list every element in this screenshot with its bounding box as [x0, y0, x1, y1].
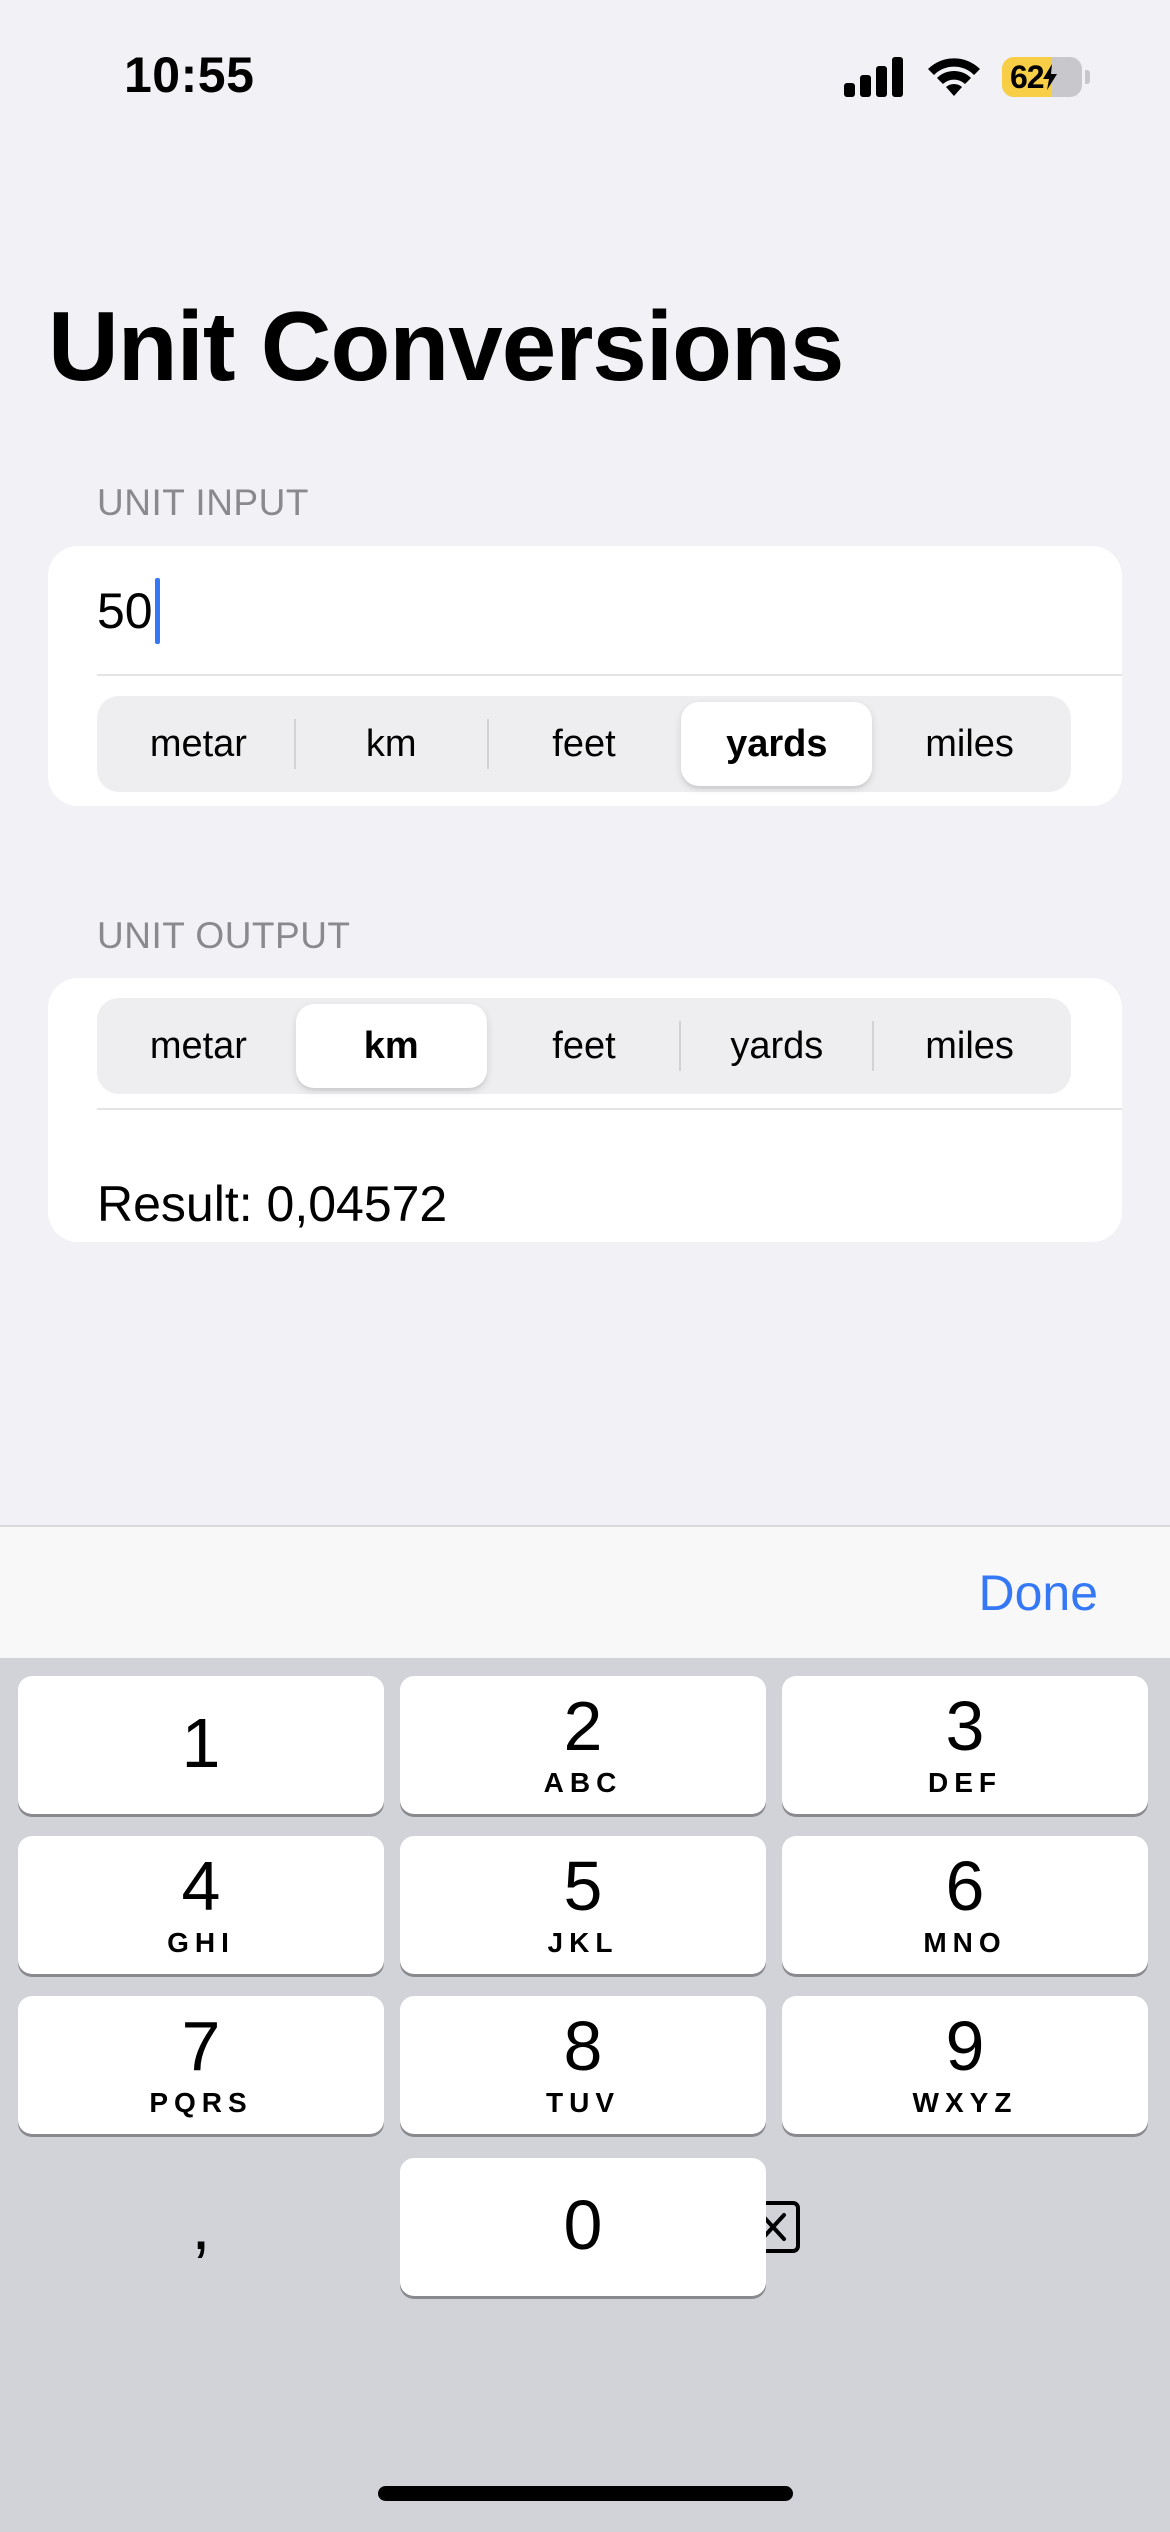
key-digit: 8	[563, 2007, 603, 2085]
result-text: Result: 0,04572	[97, 1176, 448, 1232]
battery-indicator: 62	[1002, 57, 1090, 97]
key-letters: WXYZ	[912, 2087, 1018, 2118]
unit-output-card: metar km feet yards miles Result: 0,04572	[48, 978, 1122, 1242]
segment-metar[interactable]: metar	[103, 702, 294, 786]
key-letters: ABC	[543, 1767, 623, 1798]
battery-level: 62	[1010, 58, 1045, 95]
key-digit: 4	[181, 1847, 221, 1925]
key-digit: 0	[563, 2186, 603, 2264]
battery-icon: 62	[1002, 57, 1082, 97]
text-caret	[154, 578, 160, 644]
segment-yards[interactable]: yards	[681, 702, 873, 786]
input-unit-picker[interactable]: metar km feet yards miles	[97, 696, 1071, 792]
home-indicator	[378, 2486, 793, 2501]
keyboard-toolbar: Done	[0, 1525, 1170, 1658]
output-unit-picker[interactable]: metar km feet yards miles	[97, 998, 1071, 1094]
key-digit: 2	[563, 1687, 603, 1765]
unit-input-card: 50 metar km feet yards miles	[48, 546, 1122, 806]
segment-miles[interactable]: miles	[874, 702, 1065, 786]
segment-km[interactable]: km	[295, 1004, 487, 1088]
separator	[97, 1108, 1122, 1110]
key-digit: 3	[945, 1687, 985, 1765]
key-4[interactable]: 4 GHI	[18, 1836, 384, 1974]
key-letters: MNO	[923, 1927, 1007, 1958]
key-6[interactable]: 6 MNO	[782, 1836, 1148, 1974]
key-digit: ,	[191, 2186, 211, 2264]
done-button[interactable]: Done	[978, 1564, 1098, 1622]
segment-feet[interactable]: feet	[489, 702, 680, 786]
page-title: Unit Conversions	[48, 291, 844, 401]
key-letters: GHI	[167, 1927, 235, 1958]
separator	[97, 674, 1122, 676]
key-digit: 5	[563, 1847, 603, 1925]
status-time: 10:55	[124, 47, 255, 103]
wifi-icon	[928, 58, 980, 96]
key-8[interactable]: 8 TUV	[400, 1996, 766, 2134]
key-comma[interactable]: ,	[18, 2158, 384, 2296]
key-9[interactable]: 9 WXYZ	[782, 1996, 1148, 2134]
key-7[interactable]: 7 PQRS	[18, 1996, 384, 2134]
key-5[interactable]: 5 JKL	[400, 1836, 766, 1974]
key-digit: 7	[181, 2007, 221, 2085]
segment-miles[interactable]: miles	[874, 1004, 1065, 1088]
key-letters: PQRS	[149, 2087, 253, 2118]
key-digit: 9	[945, 2007, 985, 2085]
unit-output-header: UNIT OUTPUT	[97, 915, 351, 956]
key-letters: DEF	[928, 1767, 1002, 1798]
key-3[interactable]: 3 DEF	[782, 1676, 1148, 1814]
cellular-signal-icon	[844, 57, 903, 97]
value-input-text: 50	[97, 583, 153, 639]
key-2[interactable]: 2 ABC	[400, 1676, 766, 1814]
screen: 10:55 62 Unit Conversions UNIT INPUT 50 …	[0, 0, 1170, 2532]
unit-input-header: UNIT INPUT	[97, 482, 309, 523]
key-letters: JKL	[547, 1927, 619, 1958]
segment-feet[interactable]: feet	[489, 1004, 680, 1088]
value-input[interactable]: 50	[97, 546, 1122, 676]
key-0[interactable]: 0	[400, 2158, 766, 2296]
segment-metar[interactable]: metar	[103, 1004, 294, 1088]
segment-yards[interactable]: yards	[681, 1004, 872, 1088]
key-digit: 1	[181, 1704, 221, 1782]
key-1[interactable]: 1	[18, 1676, 384, 1814]
charging-bolt-icon	[1042, 64, 1057, 90]
key-digit: 6	[945, 1847, 985, 1925]
battery-cap	[1085, 70, 1090, 84]
numeric-keypad: 1 2 ABC 3 DEF 4 GHI 5 JKL 6 MNO 7 PQRS 8 TUV 9 WXYZ, 0	[0, 1658, 1170, 2532]
status-icons: 62	[844, 55, 1090, 99]
segment-km[interactable]: km	[296, 702, 487, 786]
key-letters: TUV	[546, 2087, 620, 2118]
